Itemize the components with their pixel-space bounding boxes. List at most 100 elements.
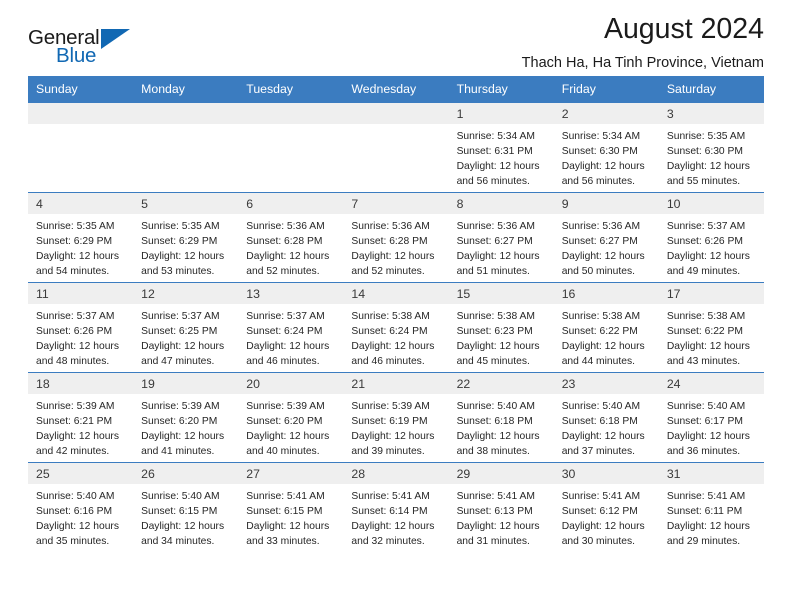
day-number: 29 (448, 463, 554, 484)
calendar-day-cell[interactable]: 27 Sunrise: 5:41 AM Sunset: 6:15 PM Dayligh… (238, 462, 344, 553)
calendar-day-cell[interactable]: 2 Sunrise: 5:34 AM Sunset: 6:30 PM Daylight… (553, 102, 659, 193)
calendar-day-cell[interactable]: 15 Sunrise: 5:38 AM Sunset: 6:23 PM Dayligh… (448, 282, 554, 373)
weekday-header-sunday: Sunday (28, 76, 134, 103)
calendar-day-cell[interactable]: 10 Sunrise: 5:37 AM Sunset: 6:26 PM Dayligh… (658, 192, 764, 283)
day-details: Sunrise: 5:37 AM Sunset: 6:26 PM Daylight:… (659, 214, 764, 279)
daylight-text: Daylight: 12 hours and 45 minutes. (456, 341, 540, 368)
day-number: 10 (658, 193, 764, 214)
day-number: 1 (448, 103, 554, 124)
calendar-day-cell[interactable]: 17 Sunrise: 5:38 AM Sunset: 6:22 PM Dayligh… (658, 282, 764, 373)
sunrise-text: Sunrise: 5:37 AM (246, 311, 325, 322)
daylight-text: Daylight: 12 hours and 29 minutes. (666, 521, 750, 548)
day-details: Sunrise: 5:38 AM Sunset: 6:23 PM Daylight:… (449, 304, 554, 369)
calendar-day-cell[interactable]: 22 Sunrise: 5:40 AM Sunset: 6:18 PM Dayligh… (448, 372, 554, 463)
sunset-text: Sunset: 6:23 PM (456, 326, 533, 338)
daylight-text: Daylight: 12 hours and 34 minutes. (141, 521, 225, 548)
day-number (133, 103, 239, 124)
day-details: Sunrise: 5:38 AM Sunset: 6:22 PM Daylight:… (659, 304, 764, 369)
day-number: 2 (553, 103, 659, 124)
day-details: Sunrise: 5:35 AM Sunset: 6:30 PM Daylight:… (659, 124, 764, 189)
sunrise-text: Sunrise: 5:36 AM (246, 221, 325, 232)
calendar-day-cell[interactable]: 18 Sunrise: 5:39 AM Sunset: 6:21 PM Dayligh… (28, 372, 134, 463)
daylight-text: Daylight: 12 hours and 55 minutes. (666, 161, 750, 188)
calendar-day-cell[interactable]: 16 Sunrise: 5:38 AM Sunset: 6:22 PM Dayligh… (553, 282, 659, 373)
calendar-day-cell[interactable]: 21 Sunrise: 5:39 AM Sunset: 6:19 PM Dayligh… (343, 372, 449, 463)
day-details: Sunrise: 5:37 AM Sunset: 6:26 PM Daylight:… (28, 304, 133, 369)
sunset-text: Sunset: 6:19 PM (351, 416, 428, 428)
sunrise-text: Sunrise: 5:38 AM (666, 311, 746, 322)
daylight-text: Daylight: 12 hours and 50 minutes. (561, 251, 645, 278)
sunset-text: Sunset: 6:11 PM (666, 506, 743, 518)
calendar-cell-empty (28, 102, 134, 193)
calendar-day-cell[interactable]: 23 Sunrise: 5:40 AM Sunset: 6:18 PM Dayligh… (553, 372, 659, 463)
day-details: Sunrise: 5:38 AM Sunset: 6:22 PM Daylight:… (554, 304, 659, 369)
daylight-text: Daylight: 12 hours and 52 minutes. (246, 251, 330, 278)
calendar-day-cell[interactable]: 24 Sunrise: 5:40 AM Sunset: 6:17 PM Dayligh… (658, 372, 764, 463)
day-details: Sunrise: 5:35 AM Sunset: 6:29 PM Daylight:… (28, 214, 133, 279)
general-blue-logo[interactable]: General Blue (28, 26, 140, 72)
day-details: Sunrise: 5:36 AM Sunset: 6:27 PM Daylight:… (449, 214, 554, 279)
weekday-header-monday: Monday (133, 76, 239, 103)
calendar-day-cell[interactable]: 9 Sunrise: 5:36 AM Sunset: 6:27 PM Daylight… (553, 192, 659, 283)
calendar-cell-empty (343, 102, 449, 193)
calendar-cell-empty (238, 102, 344, 193)
sunrise-text: Sunrise: 5:40 AM (141, 491, 220, 502)
calendar-day-cell[interactable]: 8 Sunrise: 5:36 AM Sunset: 6:27 PM Daylight… (448, 192, 554, 283)
calendar-day-cell[interactable]: 26 Sunrise: 5:40 AM Sunset: 6:15 PM Dayligh… (133, 462, 239, 553)
calendar-day-cell[interactable]: 11 Sunrise: 5:37 AM Sunset: 6:26 PM Dayligh… (28, 282, 134, 373)
day-details: Sunrise: 5:40 AM Sunset: 6:15 PM Daylight:… (133, 484, 238, 549)
calendar-day-cell[interactable]: 1 Sunrise: 5:34 AM Sunset: 6:31 PM Daylight… (448, 102, 554, 193)
sunset-text: Sunset: 6:31 PM (456, 146, 533, 158)
sunrise-text: Sunrise: 5:36 AM (456, 221, 535, 232)
day-number (238, 103, 344, 124)
sunrise-text: Sunrise: 5:35 AM (36, 221, 115, 232)
sunset-text: Sunset: 6:15 PM (141, 506, 218, 518)
sunset-text: Sunset: 6:15 PM (246, 506, 323, 518)
calendar-day-cell[interactable]: 20 Sunrise: 5:39 AM Sunset: 6:20 PM Dayligh… (238, 372, 344, 463)
day-details: Sunrise: 5:41 AM Sunset: 6:14 PM Daylight:… (343, 484, 448, 549)
day-number: 12 (133, 283, 239, 304)
sunset-text: Sunset: 6:29 PM (141, 236, 218, 248)
sunrise-text: Sunrise: 5:37 AM (36, 311, 115, 322)
sunset-text: Sunset: 6:20 PM (141, 416, 218, 428)
day-details: Sunrise: 5:34 AM Sunset: 6:30 PM Daylight:… (554, 124, 659, 189)
calendar-day-cell[interactable]: 12 Sunrise: 5:37 AM Sunset: 6:25 PM Dayligh… (133, 282, 239, 373)
calendar-day-cell[interactable]: 31 Sunrise: 5:41 AM Sunset: 6:11 PM Dayligh… (658, 462, 764, 553)
daylight-text: Daylight: 12 hours and 56 minutes. (456, 161, 540, 188)
day-details: Sunrise: 5:37 AM Sunset: 6:24 PM Daylight:… (238, 304, 343, 369)
page-title: August 2024 (603, 13, 764, 45)
daylight-text: Daylight: 12 hours and 35 minutes. (36, 521, 119, 548)
sunrise-text: Sunrise: 5:38 AM (561, 311, 641, 322)
calendar-day-cell[interactable]: 28 Sunrise: 5:41 AM Sunset: 6:14 PM Dayligh… (343, 462, 449, 553)
calendar-day-cell[interactable]: 25 Sunrise: 5:40 AM Sunset: 6:16 PM Dayligh… (28, 462, 134, 553)
calendar-day-cell[interactable]: 5 Sunrise: 5:35 AM Sunset: 6:29 PM Daylight… (133, 192, 239, 283)
calendar-day-cell[interactable]: 4 Sunrise: 5:35 AM Sunset: 6:29 PM Daylight… (28, 192, 134, 283)
sunrise-text: Sunrise: 5:37 AM (666, 221, 746, 232)
calendar-day-cell[interactable]: 6 Sunrise: 5:36 AM Sunset: 6:28 PM Daylight… (238, 192, 344, 283)
day-number: 5 (133, 193, 239, 214)
calendar-day-cell[interactable]: 19 Sunrise: 5:39 AM Sunset: 6:20 PM Dayligh… (133, 372, 239, 463)
calendar-day-cell[interactable]: 13 Sunrise: 5:37 AM Sunset: 6:24 PM Dayligh… (238, 282, 344, 373)
sunrise-text: Sunrise: 5:36 AM (561, 221, 641, 232)
calendar-day-cell[interactable]: 30 Sunrise: 5:41 AM Sunset: 6:12 PM Dayligh… (553, 462, 659, 553)
calendar-day-cell[interactable]: 3 Sunrise: 5:35 AM Sunset: 6:30 PM Daylight… (658, 102, 764, 193)
day-number: 24 (658, 373, 764, 394)
sunset-text: Sunset: 6:26 PM (36, 326, 113, 338)
calendar-day-cell[interactable]: 14 Sunrise: 5:38 AM Sunset: 6:24 PM Dayligh… (343, 282, 449, 373)
daylight-text: Daylight: 12 hours and 32 minutes. (351, 521, 435, 548)
day-number (28, 103, 134, 124)
day-details: Sunrise: 5:38 AM Sunset: 6:24 PM Daylight:… (343, 304, 448, 369)
day-number: 22 (448, 373, 554, 394)
sunrise-text: Sunrise: 5:35 AM (141, 221, 220, 232)
calendar-day-cell[interactable]: 29 Sunrise: 5:41 AM Sunset: 6:13 PM Dayligh… (448, 462, 554, 553)
calendar-day-cell[interactable]: 7 Sunrise: 5:36 AM Sunset: 6:28 PM Daylight… (343, 192, 449, 283)
daylight-text: Daylight: 12 hours and 41 minutes. (141, 431, 225, 458)
sunrise-text: Sunrise: 5:40 AM (666, 401, 746, 412)
sunrise-text: Sunrise: 5:40 AM (36, 491, 115, 502)
calendar-page: General Blue August 2024 Thach Ha, Ha Ti… (0, 0, 792, 612)
day-details: Sunrise: 5:39 AM Sunset: 6:19 PM Daylight:… (343, 394, 448, 459)
day-number: 11 (28, 283, 134, 304)
day-details: Sunrise: 5:34 AM Sunset: 6:31 PM Daylight:… (449, 124, 554, 189)
sunset-text: Sunset: 6:24 PM (351, 326, 428, 338)
sunset-text: Sunset: 6:26 PM (666, 236, 743, 248)
